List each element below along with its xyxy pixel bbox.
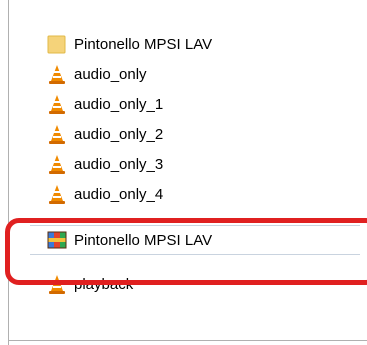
vlc-icon [49, 185, 65, 204]
list-item[interactable]: audio_only [30, 60, 360, 88]
file-name: Pintonello MPSI LAV [74, 35, 213, 53]
pane-divider [8, 0, 9, 345]
file-list-pane: Pintonello MPSI LAV audio_only audio_onl… [0, 0, 367, 345]
vlc-icon [49, 275, 65, 294]
pane-bottom-divider [8, 340, 367, 341]
list-item[interactable]: Pintonello MPSI LAV [30, 30, 360, 58]
vlc-icon [49, 155, 65, 174]
vlc-icon [49, 125, 65, 144]
vlc-icon [49, 65, 65, 84]
list-item[interactable]: playback [30, 270, 360, 298]
file-name: audio_only_1 [74, 95, 164, 113]
list-item[interactable]: audio_only_3 [30, 150, 360, 178]
file-name: Pintonello MPSI LAV [74, 231, 213, 249]
folder-icon [47, 35, 66, 54]
list-item[interactable]: audio_only_2 [30, 120, 360, 148]
archive-icon [47, 231, 67, 249]
list-item[interactable]: audio_only_1 [30, 90, 360, 118]
list-item[interactable]: audio_only_4 [30, 180, 360, 208]
vlc-icon [49, 95, 65, 114]
file-name: audio_only_4 [74, 185, 164, 203]
list-item[interactable]: Pintonello MPSI LAV [30, 225, 360, 255]
file-name: playback [74, 275, 134, 293]
file-name: audio_only_3 [74, 155, 164, 173]
file-name: audio_only [74, 65, 147, 83]
file-name: audio_only_2 [74, 125, 164, 143]
